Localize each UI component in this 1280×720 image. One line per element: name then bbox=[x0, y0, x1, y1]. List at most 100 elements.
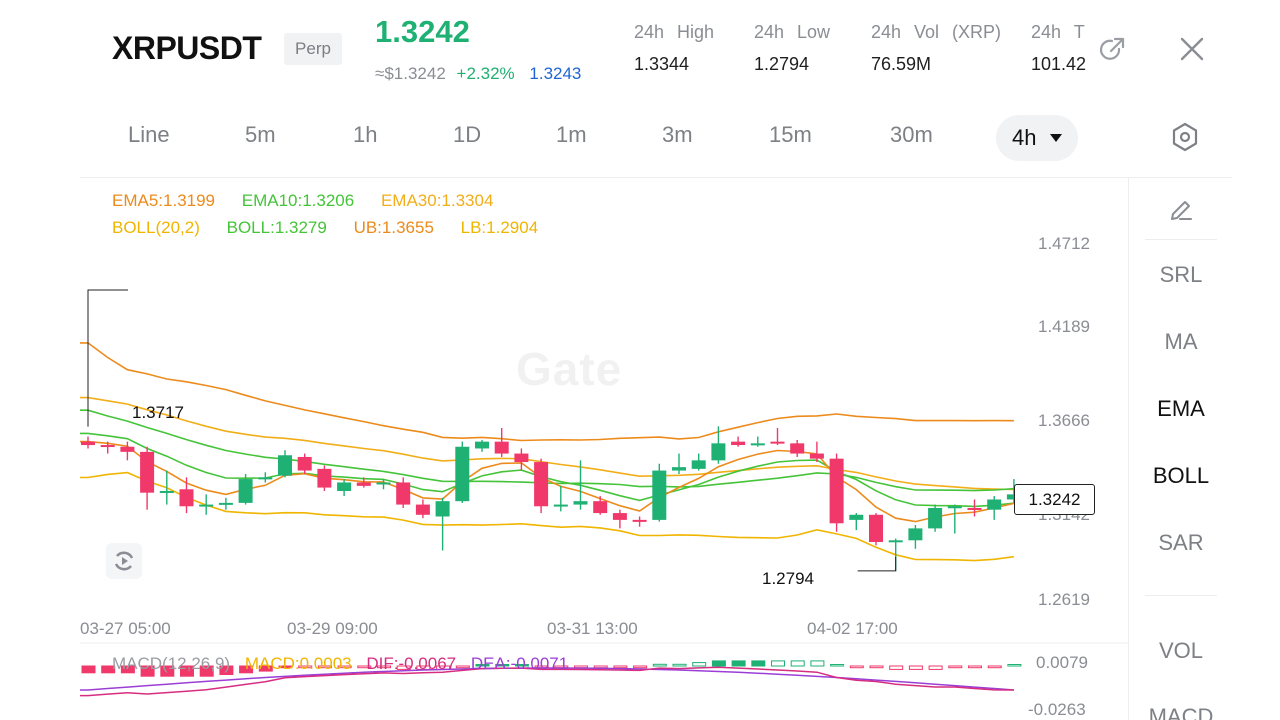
tab-15m[interactable]: 15m bbox=[769, 122, 812, 148]
stat-value: 76.59M bbox=[871, 54, 932, 74]
boll-upper-line bbox=[80, 342, 1014, 442]
candle-body bbox=[593, 501, 608, 514]
macd-histogram-bar bbox=[633, 665, 648, 669]
ema10-value: EMA10:1.3206 bbox=[241, 191, 355, 210]
tool-ema[interactable]: EMA bbox=[1129, 396, 1233, 422]
macd-histogram-bar bbox=[81, 665, 96, 674]
symbol-title: XRPUSDT bbox=[112, 30, 262, 66]
y-axis-tick: 1.4189 bbox=[1038, 317, 1090, 336]
tab-5m[interactable]: 5m bbox=[245, 122, 276, 148]
candle-body bbox=[140, 451, 155, 493]
macd-histogram-bar bbox=[908, 665, 923, 670]
candle-body bbox=[179, 489, 194, 507]
kline-chart[interactable]: Gate EMA5:1.3199 EMA10:1.3206 EMA30:1.33… bbox=[80, 178, 1128, 720]
candle-body bbox=[947, 506, 962, 509]
stat-label: 24h Vol (XRP) bbox=[871, 22, 1002, 42]
high-marker-label: 1.3717 bbox=[132, 403, 184, 422]
candle-body bbox=[376, 482, 391, 485]
tool-divider bbox=[1145, 239, 1217, 240]
boll-legend: BOLL(20,2) BOLL:1.3279 UB:1.3655 LB:1.29… bbox=[112, 218, 560, 238]
tool-vol[interactable]: VOL bbox=[1129, 638, 1233, 664]
share-icon[interactable] bbox=[1097, 35, 1127, 65]
tool-boll[interactable]: BOLL bbox=[1129, 463, 1233, 489]
dea-value: DEA:-0.0071 bbox=[470, 654, 569, 673]
tab-line[interactable]: Line bbox=[128, 122, 170, 148]
candle-body bbox=[534, 462, 549, 507]
candle-body bbox=[652, 470, 667, 520]
candle-body bbox=[672, 467, 686, 471]
macd-histogram-bar bbox=[711, 660, 726, 667]
usd-price: ≈$1.3242 bbox=[375, 64, 446, 83]
dif-value: DIF:-0.0067 bbox=[366, 654, 457, 673]
tool-sar[interactable]: SAR bbox=[1129, 530, 1233, 556]
candle-body bbox=[612, 513, 627, 520]
candle-body bbox=[849, 514, 864, 520]
boll-value: BOLL:1.3279 bbox=[226, 218, 327, 237]
macd-params: MACD(12,26,9) bbox=[112, 654, 231, 673]
stat-label: 24h High bbox=[634, 22, 715, 42]
candle-body bbox=[218, 502, 233, 505]
tab-4h-label: 4h bbox=[1012, 125, 1037, 150]
macd-histogram-bar bbox=[771, 660, 785, 667]
timeframe-tabs: Line 5m 1h 1D 1m 3m 15m 30m 4h bbox=[80, 108, 1260, 166]
hexagon-gear-icon[interactable] bbox=[1170, 121, 1200, 153]
candle-body bbox=[199, 504, 214, 507]
candle-body bbox=[455, 446, 470, 502]
macd-histogram-bar bbox=[948, 665, 963, 669]
low-marker-line bbox=[857, 556, 897, 572]
macd-histogram-bar bbox=[790, 660, 805, 667]
tab-4h-selected[interactable]: 4h bbox=[996, 115, 1078, 161]
candle-body bbox=[100, 445, 115, 448]
close-icon[interactable] bbox=[1176, 33, 1208, 65]
macd-histogram-bar bbox=[692, 662, 707, 667]
macd-histogram-bar bbox=[849, 665, 864, 669]
candle-body bbox=[415, 504, 430, 515]
indicator-tool-panel: SRL MA EMA BOLL SAR VOL MACD bbox=[1128, 178, 1232, 720]
contract-type-badge: Perp bbox=[284, 33, 342, 65]
macd-histogram-bar bbox=[1007, 664, 1022, 667]
caret-down-icon bbox=[1050, 134, 1062, 142]
macd-axis-tick: -0.0263 bbox=[1028, 700, 1086, 719]
stat-24h-turnover: 24h T 101.42 bbox=[1031, 22, 1086, 75]
macd-histogram-bar bbox=[968, 665, 982, 669]
candle-body bbox=[573, 501, 588, 505]
macd-histogram-bar bbox=[928, 665, 943, 670]
ema30-value: EMA30:1.3304 bbox=[380, 191, 494, 210]
current-price-label: 1.3242 bbox=[1014, 484, 1095, 515]
pencil-icon[interactable] bbox=[1166, 194, 1196, 224]
stat-label: 24h Low bbox=[754, 22, 831, 42]
candle-body bbox=[888, 540, 903, 543]
candle-body bbox=[238, 479, 253, 503]
candle-body bbox=[317, 468, 332, 488]
tab-1h[interactable]: 1h bbox=[353, 122, 377, 148]
boll-lower-value: LB:1.2904 bbox=[460, 218, 539, 237]
macd-histogram-bar bbox=[613, 665, 628, 669]
ema5-value: EMA5:1.3199 bbox=[112, 191, 216, 210]
tool-divider bbox=[1145, 595, 1217, 596]
candle-body bbox=[632, 519, 647, 522]
candle-body bbox=[928, 507, 943, 529]
candle-body bbox=[120, 446, 135, 452]
ema-legend: EMA5:1.3199 EMA10:1.3206 EMA30:1.3304 bbox=[112, 191, 515, 211]
last-price: 1.3242 bbox=[375, 14, 470, 49]
candle-body bbox=[908, 528, 923, 541]
candle-body bbox=[356, 482, 371, 486]
tool-ma[interactable]: MA bbox=[1129, 329, 1233, 355]
x-axis-tick: 03-27 05:00 bbox=[80, 619, 171, 638]
candle-body bbox=[809, 453, 824, 459]
candle-body bbox=[396, 482, 411, 505]
stat-24h-low: 24h Low 1.2794 bbox=[754, 22, 830, 75]
y-axis-tick: 1.2619 bbox=[1038, 590, 1090, 609]
candle-body bbox=[869, 514, 883, 542]
candle-body bbox=[987, 499, 1002, 510]
y-axis-tick: 1.4712 bbox=[1038, 234, 1090, 253]
tab-1m[interactable]: 1m bbox=[556, 122, 587, 148]
tab-1d[interactable]: 1D bbox=[453, 122, 481, 148]
candle-body bbox=[514, 453, 529, 463]
change-percent: +2.32% bbox=[456, 64, 515, 83]
tab-30m[interactable]: 30m bbox=[890, 122, 933, 148]
tool-srl[interactable]: SRL bbox=[1129, 262, 1233, 288]
replay-icon[interactable] bbox=[106, 543, 142, 579]
tab-3m[interactable]: 3m bbox=[662, 122, 693, 148]
tool-macd[interactable]: MACD bbox=[1129, 704, 1233, 720]
